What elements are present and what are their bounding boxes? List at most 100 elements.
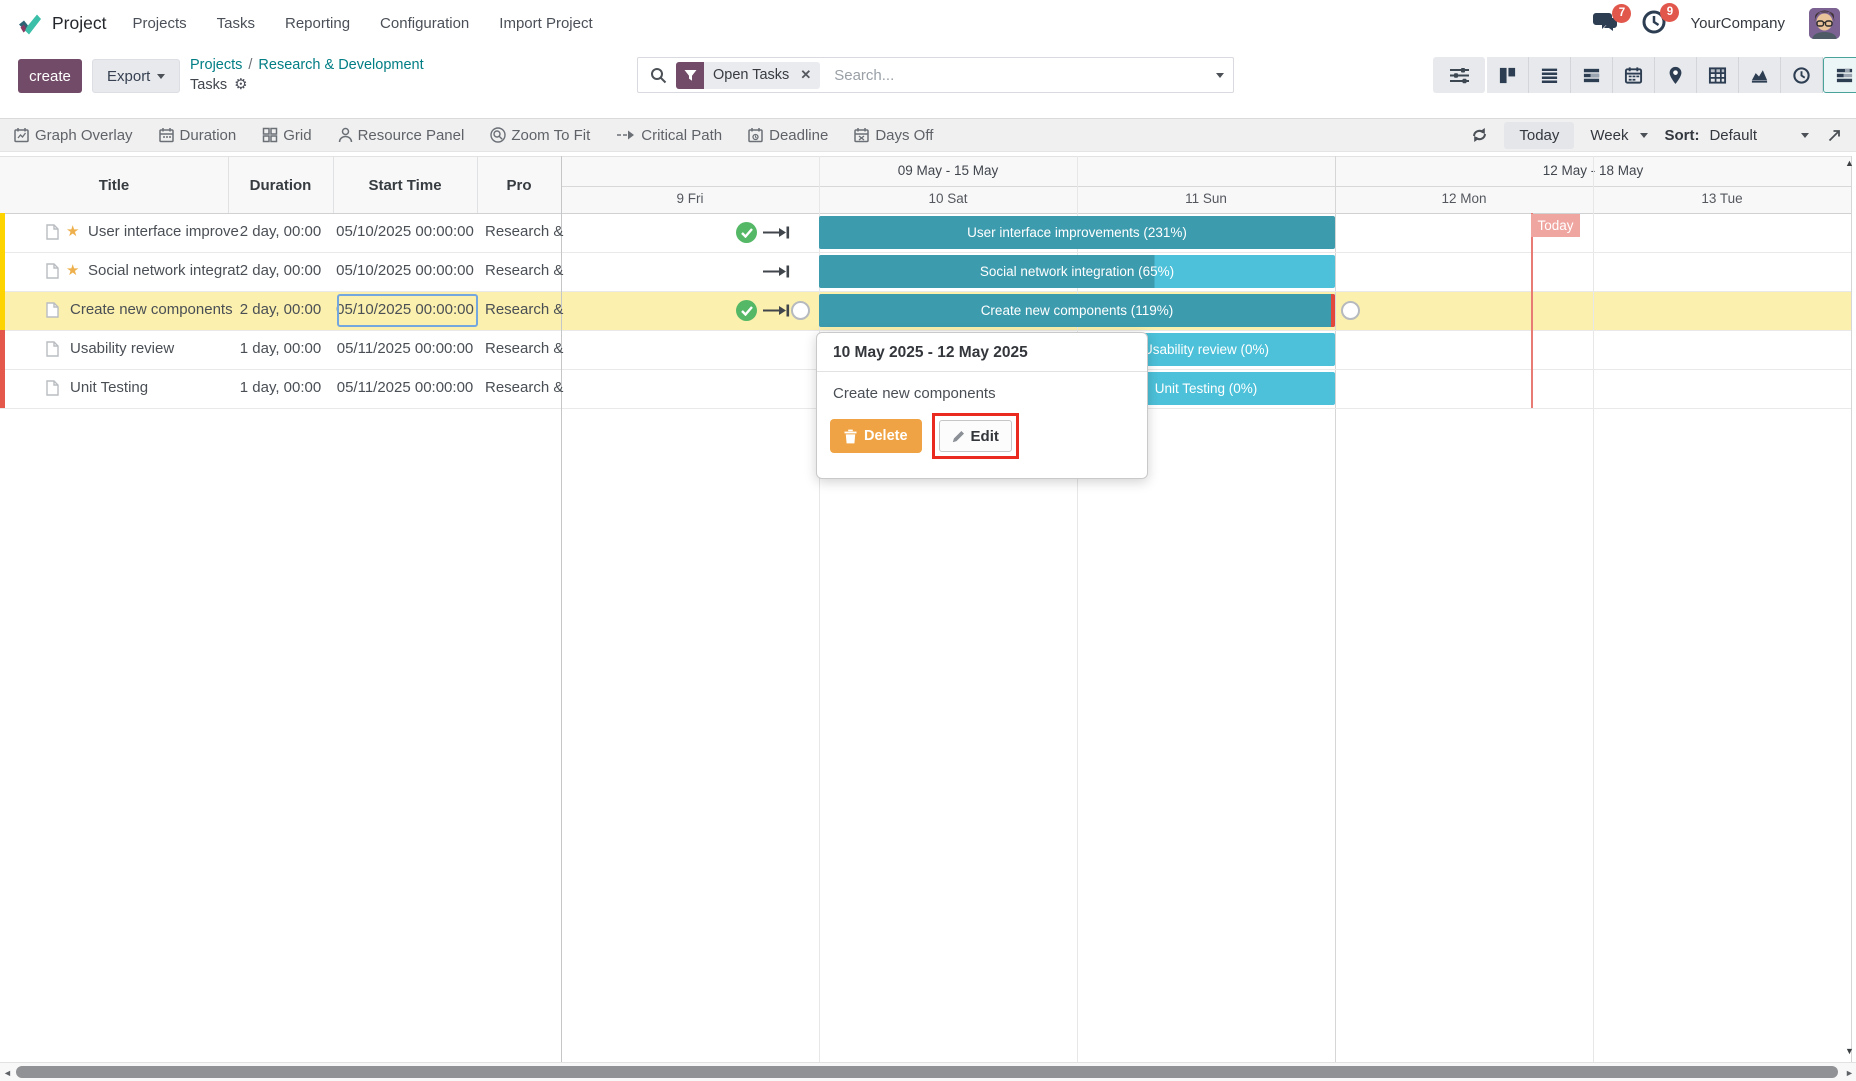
search-input[interactable] [832, 65, 1199, 85]
export-button[interactable]: Export [92, 59, 181, 93]
deadline-button[interactable]: Deadline [748, 127, 828, 144]
menu-reporting[interactable]: Reporting [285, 15, 350, 32]
gantt-bar-create-new-components[interactable]: Create new components (119%) [819, 294, 1335, 327]
edit-button[interactable]: Edit [938, 420, 1012, 452]
create-button[interactable]: create [18, 59, 82, 93]
search-icon [651, 67, 667, 83]
breadcrumb-current: Tasks [190, 77, 228, 93]
graph-view-icon[interactable] [1739, 57, 1781, 93]
panel-divider [561, 156, 562, 1062]
scroll-down-icon[interactable]: ▼ [1845, 1046, 1854, 1056]
task-project: Research & [485, 301, 564, 318]
list-view-icon[interactable] [1529, 57, 1571, 93]
duration-button[interactable]: Duration [158, 127, 236, 144]
search-bar[interactable]: Open Tasks ✕ [637, 57, 1234, 93]
row-status-strip [0, 330, 5, 369]
scroll-up-icon[interactable]: ▲ [1845, 158, 1854, 168]
task-title: User interface improve [88, 223, 239, 240]
star-icon[interactable]: ★ [66, 261, 79, 279]
horizontal-scrollbar-thumb[interactable] [16, 1066, 1838, 1078]
row-status-strip [0, 369, 5, 408]
scroll-left-icon[interactable]: ◄ [3, 1068, 12, 1078]
refresh-button[interactable] [1471, 127, 1488, 143]
user-avatar[interactable] [1809, 8, 1840, 39]
scroll-right-icon[interactable]: ► [1845, 1068, 1854, 1078]
menu-import-project[interactable]: Import Project [499, 15, 592, 32]
table-row[interactable]: Unit Testing 1 day, 00:00 05/11/2025 00:… [0, 369, 564, 408]
map-view-icon[interactable] [1655, 57, 1697, 93]
activities-button[interactable]: 9 [1642, 2, 1680, 38]
menu-projects[interactable]: Projects [132, 15, 186, 32]
activity-view-icon[interactable] [1781, 57, 1823, 93]
row-status-strip [0, 213, 5, 252]
deadline-arrow-icon [763, 225, 790, 244]
task-start-time: 05/11/2025 00:00:00 [336, 379, 474, 396]
milestone-reached-icon [736, 222, 757, 243]
expand-button[interactable] [1827, 128, 1842, 143]
sliders-icon [1449, 67, 1469, 83]
document-icon [46, 380, 59, 400]
view-switcher [1487, 57, 1856, 93]
task-duration: 2 day, 00:00 [239, 262, 322, 279]
gantt-view-icon[interactable] [1823, 57, 1856, 93]
task-duration: 1 day, 00:00 [239, 340, 322, 357]
column-header-title: Title [98, 177, 130, 194]
deadline-arrow-icon [763, 303, 790, 322]
sort-select[interactable]: Default [1709, 127, 1809, 144]
task-title: Unit Testing [70, 379, 149, 396]
odoo-logo-icon[interactable] [16, 11, 42, 37]
calendar-off-icon [854, 128, 870, 143]
menu-configuration[interactable]: Configuration [380, 15, 469, 32]
star-icon[interactable]: ★ [66, 222, 79, 240]
filters-panel-button[interactable] [1433, 57, 1485, 93]
remove-filter-icon[interactable]: ✕ [798, 67, 820, 83]
day-header-sun: 11 Sun [1185, 191, 1227, 206]
days-off-button[interactable]: Days Off [854, 127, 933, 144]
task-start-time: 05/10/2025 00:00:00 [336, 223, 474, 240]
chevron-down-icon [1640, 132, 1649, 138]
kanban-view-icon[interactable] [1487, 57, 1529, 93]
pivot-view-icon[interactable] [1697, 57, 1739, 93]
table-row[interactable]: Usability review 1 day, 00:00 05/11/2025… [0, 330, 563, 369]
today-button[interactable]: Today [1504, 121, 1575, 149]
timeline-group-1: 09 May - 15 May [897, 163, 999, 178]
connector-handle-left[interactable] [791, 301, 810, 320]
table-row[interactable]: ★ Social network integrat 2 day, 00:00 0… [0, 252, 563, 291]
search-expand-caret[interactable] [1199, 72, 1233, 78]
milestone-reached-icon [736, 300, 757, 321]
row-status-strip [0, 252, 5, 291]
start-time-focus-box[interactable] [337, 294, 478, 327]
task-title: Social network integrat [88, 262, 240, 279]
today-marker-label: Today [1531, 214, 1580, 237]
table-row[interactable]: ★ User interface improve 2 day, 00:00 05… [0, 213, 563, 252]
top-navbar: Project Projects Tasks Reporting Configu… [0, 0, 1856, 47]
main-menu: Projects Tasks Reporting Configuration I… [132, 15, 592, 32]
breadcrumb-research-development[interactable]: Research & Development [258, 57, 423, 73]
menu-tasks[interactable]: Tasks [217, 15, 255, 32]
grid-button[interactable]: Grid [262, 127, 312, 144]
gantt-bar-user-interface-improvements[interactable]: User interface improvements (231%) [819, 216, 1335, 249]
task-project: Research & [485, 379, 564, 396]
sort-label: Sort: [1664, 126, 1700, 144]
messages-button[interactable]: 7 [1592, 3, 1632, 37]
connector-handle-right[interactable] [1341, 301, 1360, 320]
zoom-to-fit-button[interactable]: Zoom To Fit [490, 127, 590, 144]
range-select[interactable]: Week [1590, 127, 1649, 144]
task-duration: 1 day, 00:00 [239, 379, 322, 396]
critical-path-button[interactable]: Critical Path [616, 127, 722, 144]
arrow-right-icon [617, 130, 635, 140]
app-title[interactable]: Project [52, 13, 106, 34]
timeline-view-icon[interactable] [1571, 57, 1613, 93]
resource-panel-button[interactable]: Resource Panel [338, 127, 464, 144]
filter-chip-open-tasks[interactable]: Open Tasks ✕ [676, 61, 821, 89]
company-name[interactable]: YourCompany [1690, 15, 1785, 32]
gantt-bar-social-network-integration[interactable]: Social network integration (65%) [819, 255, 1335, 288]
breadcrumb-projects[interactable]: Projects [190, 57, 242, 73]
table-row-selected[interactable]: Create new components 2 day, 00:00 05/10… [0, 291, 564, 330]
graph-overlay-button[interactable]: Graph Overlay [14, 127, 133, 144]
chevron-down-icon [1801, 132, 1809, 138]
task-popup: 10 May 2025 - 12 May 2025 Create new com… [816, 332, 1148, 479]
delete-button[interactable]: Delete [830, 419, 922, 453]
calendar-view-icon[interactable] [1613, 57, 1655, 93]
settings-gear-icon[interactable]: ⚙ [234, 76, 247, 93]
